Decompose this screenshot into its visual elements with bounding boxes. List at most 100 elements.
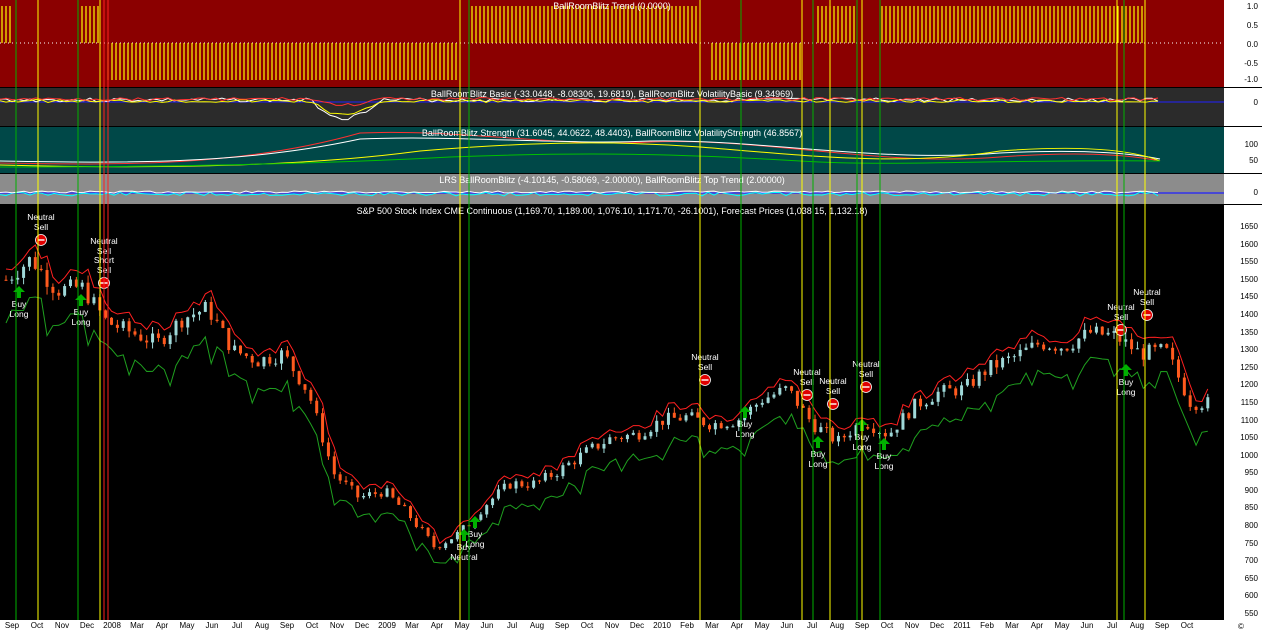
candle-body — [1171, 347, 1175, 360]
candle-body — [98, 297, 102, 311]
month-label: Jun — [205, 621, 219, 630]
candle-body — [1042, 344, 1046, 350]
candle-body — [877, 432, 881, 434]
candle-body — [842, 435, 846, 438]
price-tick: 1050 — [1240, 433, 1258, 443]
sell-marker-icon — [827, 398, 839, 410]
month-label: May — [1054, 621, 1070, 630]
candle-body — [315, 400, 319, 414]
price-pane-title: S&P 500 Stock Index CME Continuous (1,16… — [356, 206, 868, 216]
candle-body — [848, 435, 852, 438]
candle-body — [1147, 344, 1151, 360]
candle-body — [1100, 326, 1104, 335]
candle-body — [661, 420, 665, 425]
candle-body — [4, 279, 8, 281]
month-label: Sep — [279, 621, 295, 630]
candle-body — [22, 266, 26, 278]
strength-tick: 50 — [1249, 156, 1258, 165]
sell-marker-icon — [860, 381, 872, 393]
sell-signal-label: Neutral Sell — [819, 376, 847, 396]
candle-body — [819, 427, 823, 433]
candle-body — [491, 498, 495, 506]
trend-axis: 1.0 0.5 0.0 -0.5 -1.0 — [1224, 0, 1262, 87]
month-label: Jul — [506, 621, 518, 630]
month-label: Feb — [980, 621, 994, 630]
trend-pane[interactable]: BallRoomBlitz Trend (0.0000) — [0, 0, 1224, 87]
candle-body — [1006, 356, 1010, 359]
candle-body — [57, 292, 61, 296]
sell-marker-icon — [699, 374, 711, 386]
candle-body — [1124, 339, 1128, 342]
candle-body — [936, 391, 940, 402]
candle-body — [760, 402, 764, 405]
candle-body — [666, 412, 670, 425]
month-label: Jun — [480, 621, 494, 630]
month-label: Sep — [554, 621, 570, 630]
month-label: Dec — [929, 621, 945, 630]
month-label: Apr — [430, 621, 444, 630]
candle-body — [895, 429, 899, 433]
candle-body — [590, 443, 594, 448]
candle-body — [696, 412, 700, 418]
candle-body — [555, 476, 559, 478]
strength-pane[interactable]: BallRoomBlitz Strength (31.6045, 44.0622… — [0, 127, 1224, 173]
candle-body — [579, 452, 583, 465]
buy-arrow — [13, 286, 25, 298]
candle-body — [614, 437, 618, 439]
candle-body — [836, 435, 840, 442]
candle-body — [1036, 342, 1040, 345]
candle-body — [45, 270, 49, 287]
month-label: Nov — [604, 621, 620, 630]
buy-arrow — [812, 436, 824, 448]
candle-body — [1018, 349, 1022, 357]
candle-body — [1083, 329, 1087, 339]
candle-body — [110, 317, 114, 325]
month-label: Feb — [680, 621, 694, 630]
price-tick: 1550 — [1240, 257, 1258, 267]
lrs-pane[interactable]: LRS BallRoomBlitz (-4.10145, -0.58069, -… — [0, 174, 1224, 204]
sell-signal-label: Neutral Sell — [691, 352, 719, 372]
candle-body — [385, 488, 389, 497]
month-label: Sep — [1154, 621, 1170, 630]
candle-body — [397, 497, 401, 505]
candle-body — [913, 398, 917, 419]
candle-body — [1048, 348, 1052, 350]
candle-body — [549, 472, 553, 477]
candle-body — [197, 311, 201, 315]
sell-signal-label: Neutral Sell — [27, 212, 55, 232]
candle-body — [1200, 408, 1204, 410]
price-tick: 1100 — [1240, 415, 1258, 425]
candle-body — [795, 390, 799, 406]
buy-arrow-icon — [75, 294, 87, 306]
candle-body — [10, 279, 14, 281]
sell-marker-icon — [98, 277, 110, 289]
basic-pane[interactable]: BallRoomBlitz Basic (-33.0448, -8.08306,… — [0, 88, 1224, 126]
candle-body — [954, 388, 958, 396]
candle-body — [537, 480, 541, 482]
price-tick: 650 — [1244, 573, 1258, 583]
candle-body — [1194, 406, 1198, 410]
candle-body — [678, 417, 682, 421]
basic-axis: 0 — [1224, 88, 1262, 126]
trend-pane-title: BallRoomBlitz Trend (0.0000) — [553, 1, 671, 11]
candle-body — [1141, 348, 1145, 360]
price-tick: 1350 — [1240, 327, 1258, 337]
candle-body — [1135, 348, 1139, 350]
price-pane[interactable]: S&P 500 Stock Index CME Continuous (1,16… — [0, 205, 1224, 620]
month-label: Sep — [854, 621, 870, 630]
sell-marker-icon — [1115, 324, 1127, 336]
candle-body — [274, 363, 278, 365]
corner-icon: © — [1238, 622, 1244, 631]
trend-tick: -0.5 — [1244, 59, 1258, 68]
candle-body — [608, 437, 612, 444]
buy-signal-label: Buy Long — [874, 451, 894, 471]
candle-body — [971, 378, 975, 386]
price-tick: 1500 — [1240, 274, 1258, 284]
buy-signal-label: Buy Long — [71, 307, 91, 327]
buy-signal-label: Buy Long — [808, 449, 828, 469]
candle-body — [784, 386, 788, 388]
candle-body — [989, 360, 993, 375]
strength-pane-title: BallRoomBlitz Strength (31.6045, 44.0622… — [421, 128, 803, 138]
month-label: Sep — [4, 621, 20, 630]
month-label: Mar — [130, 621, 144, 630]
